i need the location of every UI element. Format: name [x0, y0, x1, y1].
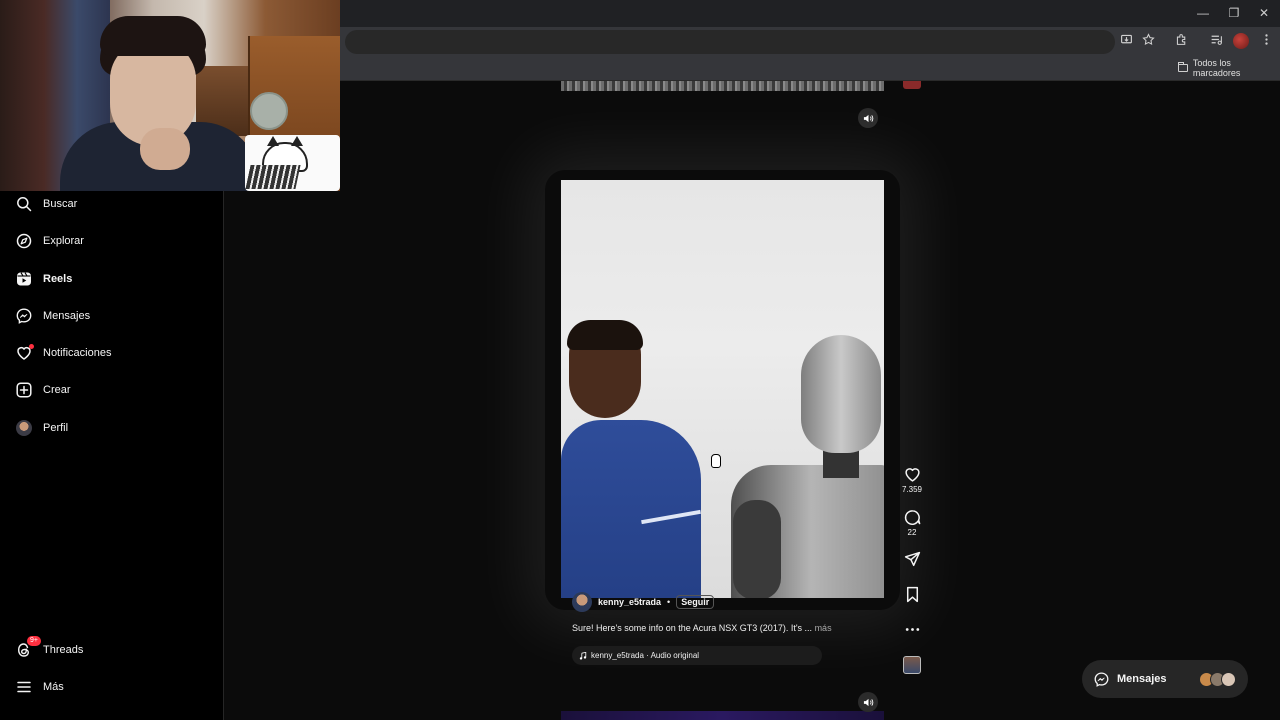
plus-square-icon — [16, 382, 32, 398]
reel-caption: Sure! Here's some info on the Acura NSX … — [572, 623, 832, 633]
audio-thumbnail[interactable] — [903, 656, 921, 674]
sidebar-item-messages[interactable]: Mensajes — [0, 298, 224, 334]
threads-icon: 9+ — [16, 636, 41, 658]
sidebar-item-create[interactable]: Crear — [0, 372, 224, 408]
close-window-button[interactable]: ✕ — [1251, 4, 1277, 22]
sidebar-item-more[interactable]: Más — [0, 669, 224, 705]
author-name[interactable]: kenny_e5trada — [598, 597, 661, 607]
threads-badge: 9+ — [27, 636, 41, 646]
profile-avatar[interactable] — [1233, 33, 1251, 51]
comment-icon — [904, 510, 920, 525]
kebab-menu-icon[interactable] — [1257, 33, 1275, 51]
install-app-icon[interactable] — [1117, 33, 1135, 51]
sidebar-item-reels[interactable]: Reels — [0, 261, 224, 297]
webcam-overlay — [0, 0, 340, 191]
search-icon — [16, 196, 32, 212]
sidebar-item-label: Crear — [43, 384, 71, 396]
save-button[interactable] — [896, 586, 928, 603]
sidebar-item-label: Mensajes — [43, 310, 91, 322]
caption-more-link[interactable]: más — [815, 623, 832, 633]
minimize-button[interactable]: — — [1190, 4, 1216, 22]
message-avatars — [1199, 671, 1236, 687]
sidebar-item-label: Perfil — [43, 422, 69, 434]
messenger-icon — [1094, 671, 1109, 687]
sidebar-item-label: Reels — [43, 273, 73, 285]
messenger-icon — [16, 308, 32, 324]
comment-count: 22 — [907, 528, 917, 537]
reel-author-row: kenny_e5trada • Seguir — [572, 592, 715, 612]
volume-button[interactable] — [858, 108, 878, 128]
previous-audio-thumbnail[interactable] — [903, 81, 921, 89]
like-count: 7.359 — [901, 485, 923, 494]
music-note-icon — [579, 651, 587, 660]
more-options-button[interactable] — [896, 621, 928, 638]
all-bookmarks-button[interactable]: Todos los marcadores — [1178, 58, 1280, 78]
notification-dot — [29, 344, 34, 349]
reel-video[interactable] — [561, 180, 884, 598]
sidebar-item-label: Buscar — [43, 198, 78, 210]
avatar — [1221, 671, 1236, 687]
volume-button[interactable] — [858, 692, 878, 712]
compass-icon — [16, 233, 32, 249]
share-button[interactable] — [896, 551, 928, 568]
reels-icon — [16, 271, 32, 287]
heart-icon — [16, 344, 34, 361]
caption-text: Sure! Here's some info on the Acura NSX … — [572, 623, 813, 633]
sidebar-item-label: Más — [43, 681, 64, 693]
sidebar-item-label: Explorar — [43, 235, 84, 247]
folder-icon — [1178, 62, 1188, 72]
audio-pill[interactable]: kenny_e5trada · Audio original — [572, 646, 822, 665]
restore-button[interactable]: ❐ — [1221, 4, 1247, 22]
like-button[interactable]: 7.359 — [896, 466, 928, 494]
avatar — [16, 420, 32, 436]
messages-label: Mensajes — [1117, 673, 1167, 685]
sidebar-item-search[interactable]: Buscar — [0, 186, 224, 222]
heart-icon — [904, 468, 920, 482]
sidebar-item-threads[interactable]: 9+ Threads — [0, 632, 224, 668]
follow-button[interactable]: Seguir — [676, 595, 715, 609]
author-avatar[interactable] — [572, 592, 592, 612]
bookmark-star-icon[interactable] — [1139, 33, 1157, 51]
previous-reel-video[interactable] — [561, 81, 884, 91]
sidebar-item-label: Notificaciones — [43, 347, 112, 359]
all-bookmarks-label: Todos los marcadores — [1192, 58, 1241, 78]
send-icon — [904, 551, 920, 567]
more-horizontal-icon — [905, 628, 919, 631]
sidebar-item-profile[interactable]: Perfil — [0, 410, 224, 446]
speaker-icon — [863, 114, 873, 122]
menu-icon — [16, 679, 32, 695]
media-controls-icon[interactable] — [1207, 33, 1225, 51]
next-reel-video[interactable] — [561, 711, 884, 720]
hand-cursor-icon — [711, 454, 721, 468]
bookmark-icon — [906, 586, 918, 603]
comment-button[interactable]: 22 — [896, 509, 928, 537]
separator-dot: • — [667, 597, 671, 607]
audio-label: kenny_e5trada · Audio original — [591, 651, 700, 660]
messages-button[interactable]: Mensajes — [1082, 660, 1248, 698]
address-bar[interactable] — [345, 30, 1115, 54]
extensions-icon[interactable] — [1172, 33, 1190, 51]
sidebar-item-notifications[interactable]: Notificaciones — [0, 335, 224, 371]
speaker-icon — [863, 698, 873, 706]
sidebar-item-label: Threads — [43, 644, 84, 656]
sidebar-item-explore[interactable]: Explorar — [0, 223, 224, 259]
